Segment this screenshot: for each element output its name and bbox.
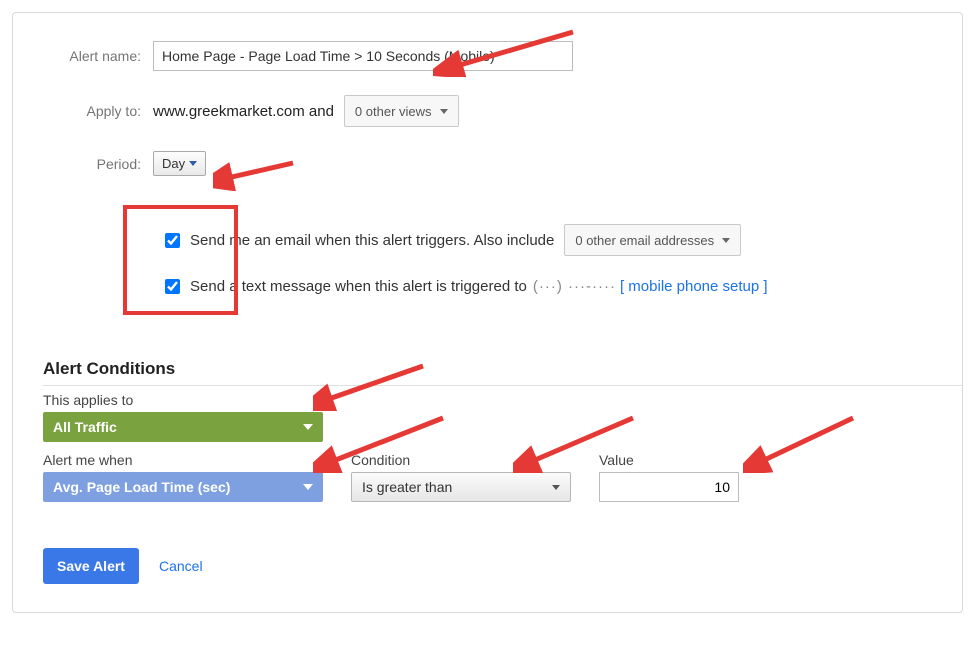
label-alert-name: Alert name: bbox=[43, 48, 153, 64]
apply-to-site: www.greekmarket.com and bbox=[153, 103, 334, 120]
value-col: Value bbox=[599, 446, 739, 502]
condition-col: Condition Is greater than bbox=[351, 446, 571, 502]
label-apply-to: Apply to: bbox=[43, 103, 153, 119]
notify-sms-row: Send a text message when this alert is t… bbox=[161, 276, 924, 297]
sms-phone-number: (···) ···-···· bbox=[533, 278, 616, 295]
alert-when-col: Alert me when Avg. Page Load Time (sec) bbox=[43, 446, 323, 502]
mobile-phone-setup-link[interactable]: [ mobile phone setup ] bbox=[620, 278, 768, 295]
period-value: Day bbox=[162, 156, 185, 171]
label-period: Period: bbox=[43, 156, 153, 172]
other-views-dropdown[interactable]: 0 other views bbox=[344, 95, 459, 127]
alert-when-dropdown[interactable]: Avg. Page Load Time (sec) bbox=[43, 472, 323, 502]
notify-email-row: Send me an email when this alert trigger… bbox=[161, 224, 924, 256]
notify-block: Send me an email when this alert trigger… bbox=[153, 200, 932, 325]
condition-label: Condition bbox=[351, 452, 571, 468]
caret-down-icon bbox=[440, 109, 448, 114]
applies-to-label: This applies to bbox=[43, 392, 932, 408]
other-views-label: 0 other views bbox=[355, 104, 432, 119]
email-checkbox[interactable] bbox=[165, 233, 180, 248]
value-input[interactable] bbox=[599, 472, 739, 502]
sms-checkbox[interactable] bbox=[165, 279, 180, 294]
caret-down-icon bbox=[722, 238, 730, 243]
row-apply-to: Apply to: www.greekmarket.com and 0 othe… bbox=[43, 95, 932, 127]
divider bbox=[43, 385, 962, 386]
actions-row: Save Alert Cancel bbox=[43, 548, 932, 584]
other-emails-label: 0 other email addresses bbox=[575, 233, 714, 248]
alert-form-card: Alert name: Apply to: www.greekmarket.co… bbox=[12, 12, 963, 613]
sms-checkbox-label: Send a text message when this alert is t… bbox=[190, 278, 527, 295]
row-alert-name: Alert name: bbox=[43, 41, 932, 71]
applies-to-dropdown[interactable]: All Traffic bbox=[43, 412, 323, 442]
caret-down-icon bbox=[552, 485, 560, 490]
alert-when-label: Alert me when bbox=[43, 452, 323, 468]
condition-dropdown[interactable]: Is greater than bbox=[351, 472, 571, 502]
apply-to-site-name: www.greekmarket.com bbox=[153, 103, 305, 120]
period-dropdown[interactable]: Day bbox=[153, 151, 206, 176]
alert-name-input[interactable] bbox=[153, 41, 573, 71]
save-alert-button[interactable]: Save Alert bbox=[43, 548, 139, 584]
cancel-link[interactable]: Cancel bbox=[159, 558, 203, 574]
apply-to-and: and bbox=[305, 103, 334, 120]
caret-down-icon bbox=[303, 484, 313, 490]
condition-value: Is greater than bbox=[362, 479, 452, 495]
other-emails-dropdown[interactable]: 0 other email addresses bbox=[564, 224, 741, 256]
email-checkbox-label: Send me an email when this alert trigger… bbox=[190, 232, 554, 249]
caret-down-icon bbox=[303, 424, 313, 430]
applies-to-value: All Traffic bbox=[53, 419, 117, 435]
row-period: Period: Day bbox=[43, 151, 932, 176]
value-label: Value bbox=[599, 452, 739, 468]
caret-down-icon bbox=[189, 161, 197, 166]
alert-when-value: Avg. Page Load Time (sec) bbox=[53, 479, 230, 495]
section-title-conditions: Alert Conditions bbox=[43, 359, 932, 379]
condition-row: Alert me when Avg. Page Load Time (sec) … bbox=[43, 446, 932, 502]
